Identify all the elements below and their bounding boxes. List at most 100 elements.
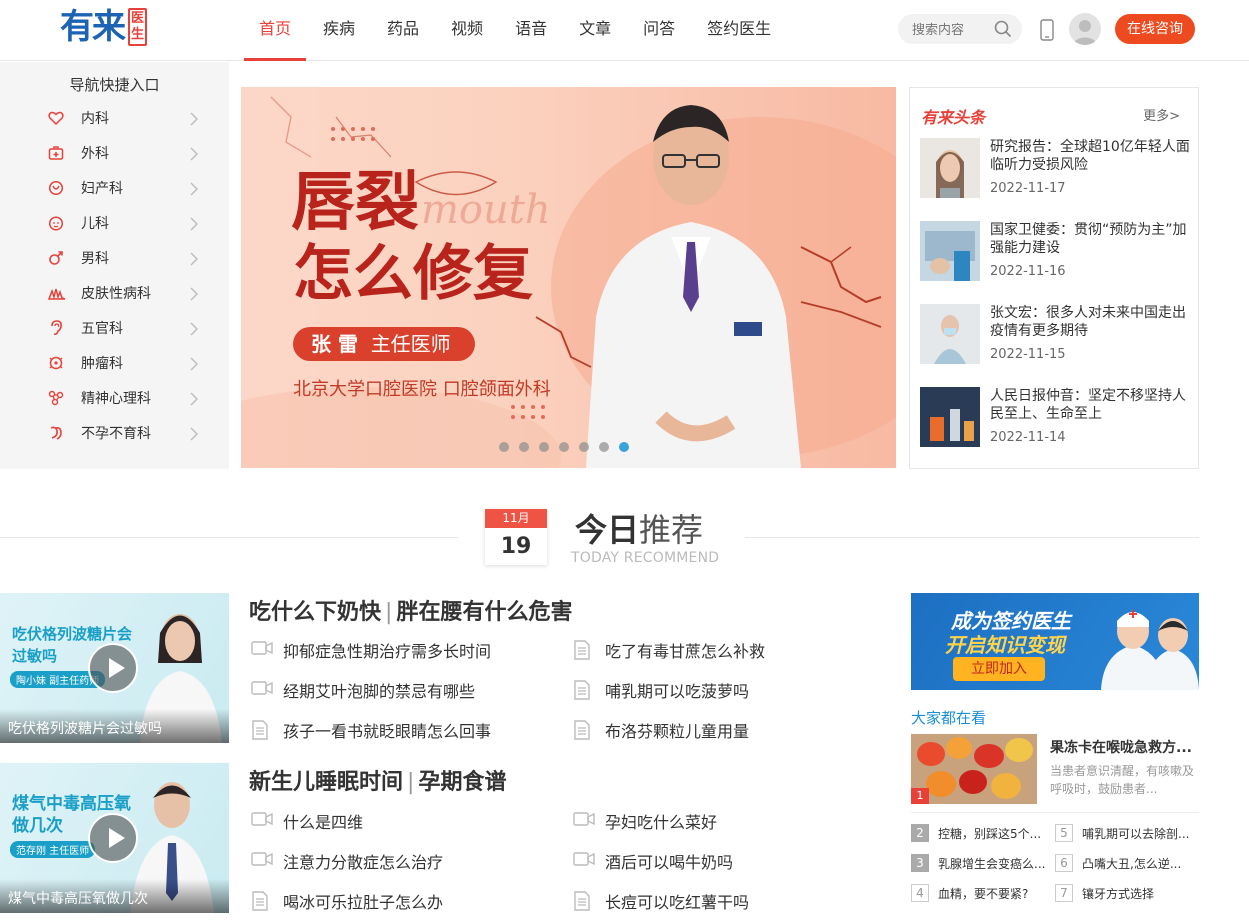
ranked-article-item[interactable]: 3 乳腺增生会变癌么...	[911, 854, 1051, 872]
nav-qa[interactable]: 问答	[628, 0, 690, 61]
ranked-article-item[interactable]: 6 凸嘴大丑,怎么逆...	[1055, 854, 1195, 872]
video-card[interactable]: 煤气中毒高压氧做几次 范存刚 主任医师 煤气中毒高压氧做几次	[0, 763, 229, 913]
nav-disease[interactable]: 疾病	[308, 0, 370, 61]
ad-join-button[interactable]: 立即加入	[953, 657, 1045, 681]
video-icon	[251, 851, 273, 871]
hot-article-desc: 当患者意识清醒，有咳嗽及呼吸时，鼓励患者...	[1050, 764, 1195, 796]
topic-heading: 吃什么下奶快 | 胖在腰有什么危害	[249, 600, 573, 625]
article-icon	[573, 680, 591, 704]
video-caption: 煤气中毒高压氧做几次	[0, 879, 229, 913]
sidebar-item[interactable]: 不孕不育科	[0, 416, 229, 450]
nav-signed-doctor[interactable]: 签约医生	[692, 0, 786, 61]
recommend-list-item[interactable]: 孕妇吃什么菜好	[573, 809, 873, 832]
ranked-article-title: 凸嘴大丑,怎么逆...	[1082, 857, 1182, 871]
sidebar-item[interactable]: 五官科	[0, 311, 229, 345]
sidebar-item[interactable]: 儿科	[0, 206, 229, 240]
recommend-item-text: 喝冰可乐拉肚子怎么办	[283, 893, 444, 912]
sidebar-item[interactable]: 妇产科	[0, 171, 229, 205]
sidebar-item[interactable]: 精神心理科	[0, 381, 229, 415]
recommend-list-item[interactable]: 抑郁症急性期治疗需多长时间	[251, 638, 551, 661]
carousel-dot[interactable]	[619, 442, 629, 452]
logo-sub-text: 医生	[128, 8, 147, 46]
sidebar-item-label: 外科	[81, 146, 109, 162]
rank-number: 4	[911, 884, 929, 902]
logo-text: 有来	[60, 7, 126, 47]
sidebar-item[interactable]: 男科	[0, 241, 229, 275]
section-divider-left	[0, 537, 458, 538]
search-icon[interactable]	[994, 20, 1012, 42]
recommend-list-item[interactable]: 喝冰可乐拉肚子怎么办	[251, 889, 551, 912]
sidebar-item[interactable]: 皮肤性病科	[0, 276, 229, 310]
carousel-dot[interactable]	[539, 442, 549, 452]
ranked-article-item[interactable]: 5 哺乳期可以去除剖...	[1055, 824, 1195, 842]
video-caption: 吃伏格列波糖片会过敏吗	[0, 709, 229, 743]
rank-number: 7	[1055, 884, 1073, 902]
headline-thumbnail	[920, 387, 980, 447]
sidebar-item[interactable]: 外科	[0, 136, 229, 170]
headline-item[interactable]: 研究报告：全球超10亿年轻人面临听力受损风险 2022-11-17	[920, 138, 1190, 200]
recommend-list-item[interactable]: 酒后可以喝牛奶吗	[573, 849, 873, 872]
nav-drugs[interactable]: 药品	[372, 0, 434, 61]
video-card[interactable]: 吃伏格列波糖片会过敏吗 陶小妹 副主任药师 吃伏格列波糖片会过敏吗	[0, 593, 229, 743]
nav-home[interactable]: 首页	[244, 0, 307, 61]
recommend-list-item[interactable]: 什么是四维	[251, 809, 551, 832]
search-box	[898, 14, 1022, 44]
chevron-right-icon	[190, 321, 198, 340]
headline-date: 2022-11-17	[990, 181, 1066, 196]
headline-date: 2022-11-16	[990, 264, 1066, 279]
topic-link[interactable]: 吃什么下奶快	[249, 600, 381, 625]
search-input[interactable]	[898, 14, 988, 44]
site-logo[interactable]: 有来 医生	[60, 7, 147, 47]
nav-audio[interactable]: 语音	[500, 0, 562, 61]
recommend-list-item[interactable]: 哺乳期可以吃菠萝吗	[573, 678, 873, 701]
carousel-dot[interactable]	[599, 442, 609, 452]
nav-articles[interactable]: 文章	[564, 0, 626, 61]
headline-item[interactable]: 国家卫健委：贯彻“预防为主”加强能力建设 2022-11-16	[920, 221, 1190, 283]
hero-banner[interactable]: 唇裂 mouth 怎么修复 张 雷 主任医师 北京大学口腔医院 口腔颌面外科	[241, 87, 896, 468]
nav-video[interactable]: 视频	[436, 0, 498, 61]
online-consult-button[interactable]: 在线咨询	[1115, 14, 1195, 44]
recommend-item-text: 抑郁症急性期治疗需多长时间	[283, 642, 492, 661]
mobile-icon[interactable]	[1040, 19, 1054, 45]
male-icon	[48, 250, 64, 270]
play-icon[interactable]	[88, 813, 138, 863]
user-avatar-icon[interactable]	[1069, 13, 1101, 45]
top-header: 有来 医生 首页 疾病 药品 视频 语音 文章 问答 签约医生 在线咨询	[0, 0, 1249, 61]
sidebar-item[interactable]: 肿瘤科	[0, 346, 229, 380]
video-icon	[251, 811, 273, 831]
headline-item[interactable]: 张文宏：很多人对未来中国走出疫情有更多期待 2022-11-15	[920, 304, 1190, 366]
ranked-article-title: 乳腺增生会变癌么...	[938, 857, 1046, 871]
topic-link[interactable]: 胖在腰有什么危害	[396, 600, 572, 625]
ear-icon	[48, 320, 64, 340]
ranked-article-item[interactable]: 4 血精，要不要紧?	[911, 884, 1051, 902]
play-icon[interactable]	[88, 643, 138, 693]
topic-link[interactable]: 新生儿睡眠时间	[249, 770, 403, 795]
sidebar-item-label: 男科	[81, 251, 109, 267]
headline-item[interactable]: 人民日报仲音：坚定不移坚持人民至上、生命至上 2022-11-14	[920, 387, 1190, 449]
recommend-list-item[interactable]: 注意力分散症怎么治疗	[251, 849, 551, 872]
ranked-article-item[interactable]: 2 控糖，别踩这5个...	[911, 824, 1051, 842]
rank-number: 6	[1055, 854, 1073, 872]
carousel-dot[interactable]	[519, 442, 529, 452]
sidebar-item-label: 五官科	[81, 321, 123, 337]
hot-article-title[interactable]: 果冻卡在喉咙急救方...	[1050, 737, 1192, 757]
fertility-icon	[48, 425, 64, 445]
skin-icon	[47, 285, 66, 305]
topic-link[interactable]: 孕期食谱	[418, 770, 506, 795]
headlines-more-link[interactable]: 更多>	[1143, 105, 1180, 124]
recommend-list-item[interactable]: 长痘可以吃红薯干吗	[573, 889, 873, 912]
recommend-list-item[interactable]: 布洛芬颗粒儿童用量	[573, 718, 873, 741]
carousel-dot[interactable]	[559, 442, 569, 452]
signed-doctor-ad[interactable]: 成为签约医生 开启知识变现 立即加入	[911, 593, 1199, 690]
rank-number: 5	[1055, 824, 1073, 842]
recommend-list-item[interactable]: 经期艾叶泡脚的禁忌有哪些	[251, 678, 551, 701]
recommend-list-item[interactable]: 吃了有毒甘蔗怎么补救	[573, 638, 873, 661]
sidebar-item[interactable]: 内科	[0, 101, 229, 135]
carousel-dot[interactable]	[579, 442, 589, 452]
hot-article-thumbnail[interactable]: 1	[911, 734, 1037, 804]
headlines-title: 有来头条	[921, 108, 986, 127]
carousel-dot[interactable]	[499, 442, 509, 452]
banner-watermark: mouth	[421, 187, 551, 233]
recommend-list-item[interactable]: 孩子一看书就眨眼睛怎么回事	[251, 718, 551, 741]
ranked-article-item[interactable]: 7 镶牙方式选择	[1055, 884, 1195, 902]
